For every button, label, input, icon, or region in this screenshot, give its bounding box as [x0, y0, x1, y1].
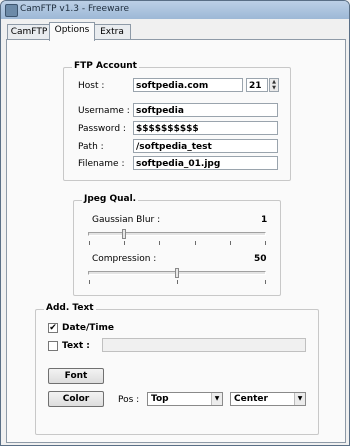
- jpeg-quality-group: Jpeg Qual. Gaussian Blur : 1 Compression…: [73, 194, 281, 296]
- blur-tick: [230, 241, 231, 245]
- blur-tick: [159, 241, 160, 245]
- path-input[interactable]: /softpedia_test: [133, 139, 278, 153]
- blur-tick: [195, 241, 196, 245]
- app-icon: [5, 4, 18, 17]
- compression-slider-thumb[interactable]: [175, 268, 179, 278]
- color-button[interactable]: Color: [48, 391, 104, 407]
- filename-label: Filename :: [78, 159, 125, 169]
- blur-tick: [89, 241, 90, 245]
- options-panel: FTP Account Host : softpedia.com 21 ▲ ▼ …: [6, 39, 346, 443]
- font-button[interactable]: Font: [48, 368, 104, 384]
- datetime-checkbox[interactable]: ✔: [48, 323, 58, 333]
- gaussian-blur-label: Gaussian Blur :: [92, 215, 161, 225]
- pos-label: Pos :: [118, 395, 140, 405]
- spin-down-icon[interactable]: ▼: [270, 85, 278, 91]
- window-title: CamFTP v1.3 - Freeware: [20, 4, 129, 14]
- blur-tick: [265, 241, 266, 245]
- text-label[interactable]: Text :: [62, 341, 90, 351]
- host-label: Host :: [78, 81, 105, 91]
- pos-vertical-select[interactable]: Top ▼: [147, 392, 223, 406]
- compression-label: Compression :: [92, 254, 157, 264]
- username-input[interactable]: softpedia: [133, 103, 278, 117]
- jpeg-quality-title: Jpeg Qual.: [82, 194, 139, 204]
- compression-tick: [89, 280, 90, 284]
- username-label: Username :: [78, 106, 130, 116]
- checkmark-icon: ✔: [49, 323, 57, 333]
- add-text-title: Add. Text: [44, 303, 96, 313]
- dropdown-arrow-icon[interactable]: ▼: [211, 393, 222, 405]
- datetime-label[interactable]: Date/Time: [62, 323, 114, 333]
- title-bar[interactable]: CamFTP v1.3 - Freeware: [1, 1, 349, 19]
- gaussian-blur-track[interactable]: [88, 232, 266, 236]
- ftp-account-group: FTP Account Host : softpedia.com 21 ▲ ▼ …: [63, 61, 291, 181]
- compression-value: 50: [254, 254, 267, 264]
- path-label: Path :: [78, 142, 104, 152]
- tab-camftp[interactable]: CamFTP: [7, 24, 51, 40]
- gaussian-blur-slider-thumb[interactable]: [122, 229, 126, 239]
- pos-horizontal-select[interactable]: Center ▼: [230, 392, 306, 406]
- tab-extra[interactable]: Extra: [93, 24, 131, 40]
- add-text-group: Add. Text ✔ Date/Time Text : Font Color …: [35, 303, 319, 435]
- host-input[interactable]: softpedia.com: [133, 78, 243, 92]
- app-window: CamFTP v1.3 - Freeware CamFTP Options Ex…: [0, 0, 350, 446]
- ftp-account-title: FTP Account: [72, 61, 139, 71]
- blur-tick: [124, 241, 125, 245]
- pos-vertical-value: Top: [151, 394, 169, 404]
- password-input[interactable]: $$$$$$$$$$: [133, 121, 278, 135]
- port-spinner[interactable]: ▲ ▼: [269, 78, 279, 92]
- dropdown-arrow-icon[interactable]: ▼: [294, 393, 305, 405]
- custom-text-input[interactable]: [102, 338, 306, 352]
- port-input[interactable]: 21: [246, 78, 268, 92]
- password-label: Password :: [78, 124, 126, 134]
- compression-tick: [265, 280, 266, 284]
- compression-tick: [177, 280, 178, 284]
- filename-input[interactable]: softpedia_01.jpg: [133, 156, 278, 170]
- text-checkbox[interactable]: [48, 341, 58, 351]
- gaussian-blur-value: 1: [261, 215, 268, 225]
- pos-horizontal-value: Center: [234, 394, 268, 404]
- tab-options[interactable]: Options: [49, 22, 95, 41]
